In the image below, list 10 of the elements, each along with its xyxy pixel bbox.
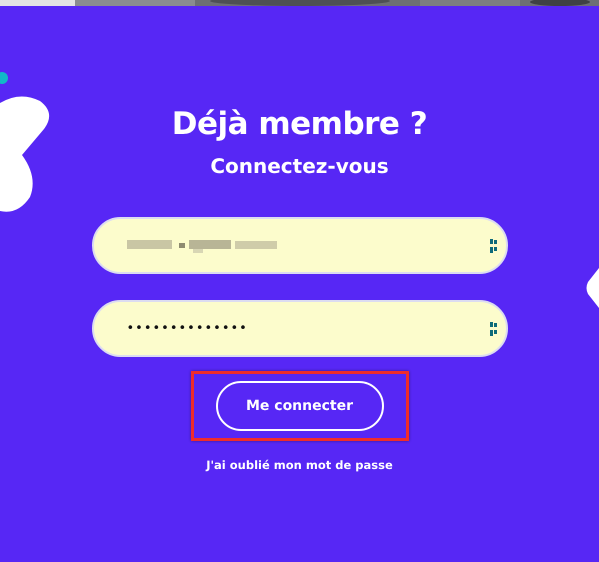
autofill-icon[interactable] <box>490 322 498 336</box>
heading: Déjà membre ? <box>172 106 428 142</box>
forgot-password-link[interactable]: J'ai oublié mon mot de passe <box>206 458 393 472</box>
subheading: Connectez-vous <box>210 154 389 178</box>
autofill-icon[interactable] <box>490 238 498 252</box>
login-button[interactable]: Me connecter <box>216 381 384 431</box>
password-field[interactable]: •••••••••••••• <box>92 300 508 357</box>
email-field[interactable] <box>92 217 508 274</box>
password-value: •••••••••••••• <box>126 321 249 336</box>
blob-shape <box>585 268 599 308</box>
